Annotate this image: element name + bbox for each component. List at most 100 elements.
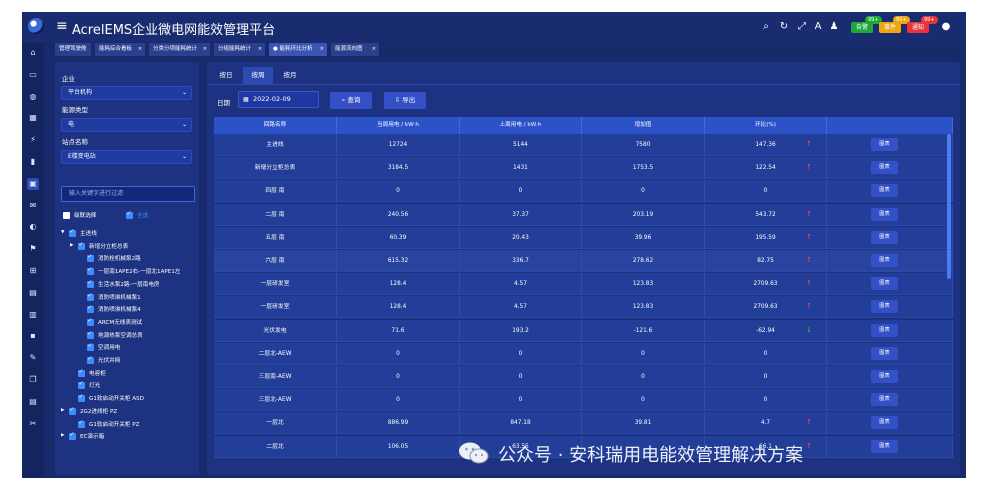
tree-node-checkbox[interactable]	[87, 355, 94, 364]
home-icon[interactable]: ⌂	[27, 47, 39, 59]
tree-node-checkbox[interactable]	[69, 431, 76, 441]
page-tab[interactable]: 管理驾驶舱	[55, 43, 91, 56]
table-scrollbar[interactable]	[947, 134, 951, 279]
tree-node-checkbox[interactable]	[87, 292, 94, 301]
tree-node-checkbox[interactable]	[87, 330, 94, 339]
tree-node-checkbox[interactable]	[87, 266, 94, 276]
font-size-icon[interactable]: A	[812, 21, 824, 33]
tree-node-checkbox[interactable]	[87, 279, 94, 288]
tree-node-checkbox[interactable]	[78, 393, 85, 403]
close-icon[interactable]: ×	[372, 43, 376, 56]
bulb-icon[interactable]: ◐	[27, 221, 39, 233]
tree-node-label[interactable]: 空调用电	[98, 343, 120, 351]
tree-node-label[interactable]: 新增分立柜总表	[89, 242, 128, 250]
chart-button[interactable]: 图表	[871, 161, 898, 175]
bar-chart-icon[interactable]: ▮	[27, 156, 39, 168]
tree-node-label[interactable]: G1软启动开关柜 ASD	[89, 394, 144, 402]
date-picker[interactable]: ▦ 2022-02-09	[238, 91, 319, 108]
copy-icon[interactable]: ❐	[27, 374, 39, 386]
chart-button[interactable]: 图表	[871, 230, 898, 244]
select-all-checkbox[interactable]	[126, 210, 133, 219]
tab-day[interactable]: 按日	[211, 67, 241, 84]
tools-icon[interactable]: ✂	[27, 418, 39, 430]
page-tab[interactable]: 分组能耗统计 ×	[214, 43, 265, 56]
tree-node-checkbox[interactable]	[78, 380, 85, 390]
tree-node-label[interactable]: 灯光	[89, 381, 100, 389]
document-icon[interactable]: ▤	[27, 396, 39, 408]
fullscreen-icon[interactable]: ⤢	[796, 21, 808, 33]
chart-button[interactable]: 图表	[871, 207, 898, 221]
tree-node-label[interactable]: 主进线	[80, 229, 97, 237]
close-icon[interactable]: ×	[258, 43, 262, 56]
tree-node-checkbox[interactable]	[87, 317, 94, 326]
search-icon[interactable]: ⌕	[760, 21, 772, 33]
tree-node-checkbox[interactable]	[87, 253, 94, 263]
chart-button[interactable]: 图表	[871, 300, 898, 314]
tree-node-label[interactable]: 消防栓机械泵2路	[98, 254, 141, 262]
edit-icon[interactable]: ✎	[27, 352, 39, 364]
chart-button[interactable]: 图表	[871, 277, 898, 291]
energy-type-select[interactable]: 电 ⌄	[61, 118, 192, 132]
tree-node-checkbox[interactable]	[78, 241, 85, 250]
tree-node-label[interactable]: 地源热泵空调总表	[98, 331, 143, 339]
tree-filter-input[interactable]: 输入关键字进行过滤	[61, 186, 195, 202]
chart-button[interactable]: 图表	[871, 184, 898, 198]
user-icon[interactable]: ●	[940, 21, 952, 33]
page-tab[interactable]: 能源流向图 ×	[331, 43, 379, 56]
tree-node-label[interactable]: ARCM无线表测试	[98, 318, 142, 326]
power-icon[interactable]: ⚡	[27, 134, 39, 146]
tree-node-checkbox[interactable]	[87, 304, 94, 314]
chart-button[interactable]: 图表	[871, 439, 898, 453]
chart-button[interactable]: 图表	[871, 254, 898, 267]
chart-button[interactable]: 图表	[871, 323, 898, 337]
grid-icon[interactable]: ⊞	[27, 265, 39, 277]
close-icon[interactable]: ×	[138, 43, 142, 56]
tree-node-label[interactable]: 消防喷淋机械泵4	[98, 305, 141, 313]
theme-shirt-icon[interactable]: ♟	[828, 21, 840, 33]
tree-node-label[interactable]: 生活水泵2路-一层南电房	[98, 280, 160, 288]
tree-node-checkbox[interactable]	[69, 228, 76, 237]
caret-right-icon[interactable]: ▶	[61, 408, 64, 413]
caret-down-icon[interactable]: ▼	[61, 230, 64, 235]
tree-node-label[interactable]: 消防喷淋机械泵1	[98, 293, 141, 301]
page-tab[interactable]: 能耗综合看板 ×	[95, 43, 145, 56]
tree-node-label[interactable]: G1软启动开关柜 PZ	[89, 420, 139, 428]
tree-node-checkbox[interactable]	[87, 342, 94, 352]
chart-button[interactable]: 图表	[871, 370, 898, 383]
chart-button[interactable]: 图表	[871, 416, 898, 430]
building-icon[interactable]: ▦	[27, 112, 39, 124]
tree-node-checkbox[interactable]	[78, 368, 85, 377]
caret-right-icon[interactable]: ▶	[61, 433, 64, 438]
tree-node-label[interactable]: 光伏并网	[98, 356, 120, 364]
calendar-icon[interactable]: ▥	[27, 309, 39, 321]
message-icon[interactable]: ✉	[27, 200, 39, 212]
page-tab[interactable]: ● 能耗环比分析 ×	[269, 43, 327, 56]
page-tab[interactable]: 分类分项能耗统计 ×	[149, 43, 210, 56]
station-select[interactable]: E楼变电站 ⌄	[61, 150, 192, 164]
chart-button[interactable]: 图表	[871, 393, 898, 407]
chart-button[interactable]: 图表	[871, 138, 898, 151]
tree-node-checkbox[interactable]	[69, 406, 76, 415]
export-button[interactable]: ⇩ 导出	[384, 92, 426, 109]
refresh-icon[interactable]: ↻	[778, 21, 790, 33]
tab-week[interactable]: 按周	[243, 67, 273, 84]
cascade-checkbox[interactable]	[63, 212, 70, 219]
tab-month[interactable]: 按月	[275, 67, 305, 84]
close-icon[interactable]: ×	[320, 43, 324, 56]
analysis-icon[interactable]: ▣	[27, 177, 39, 190]
close-icon[interactable]: ×	[203, 43, 207, 56]
tree-node-checkbox[interactable]	[78, 419, 85, 428]
menu-toggle-icon[interactable]: ≡	[56, 18, 68, 34]
tree-node-label[interactable]: 2G2进线柜 PZ	[80, 407, 117, 415]
enterprise-select[interactable]: 平台机构 ⌄	[61, 86, 192, 100]
tree-node-label[interactable]: 一层南1APE2右-一层北1APE1左	[98, 267, 180, 275]
pin-icon[interactable]: ⚑	[27, 243, 39, 255]
lock-icon[interactable]: ▪	[27, 330, 39, 342]
query-button[interactable]: ⌕ 查询	[330, 92, 372, 109]
chart-button[interactable]: 图表	[871, 346, 898, 360]
globe-icon[interactable]: ◍	[27, 91, 39, 103]
tree-node-label[interactable]: 电容柜	[89, 369, 106, 377]
caret-right-icon[interactable]: ▶	[70, 243, 73, 248]
monitor-icon[interactable]: ▭	[27, 69, 39, 81]
table-icon[interactable]: ▤	[27, 287, 39, 299]
